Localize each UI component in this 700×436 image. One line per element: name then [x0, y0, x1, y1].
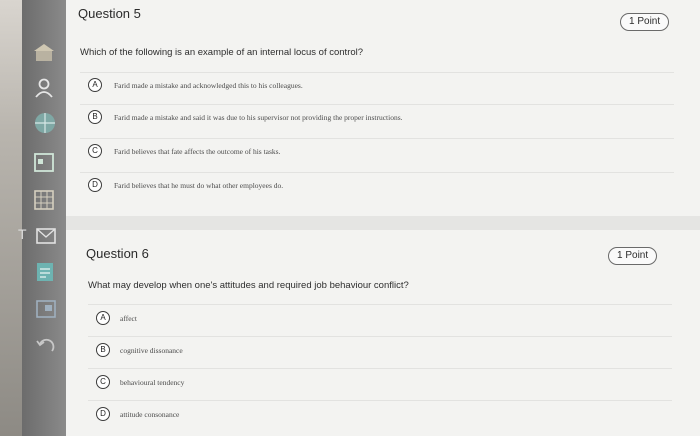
- calendar-icon[interactable]: [34, 152, 54, 172]
- option-letter: A: [88, 78, 102, 92]
- answer-option[interactable]: D attitude consonance: [88, 400, 672, 427]
- window-icon[interactable]: [36, 300, 56, 318]
- option-text: behavioural tendency: [120, 378, 185, 387]
- question-title: Question 6: [86, 246, 149, 261]
- option-letter: C: [88, 144, 102, 158]
- question-card: Question 6 1 Point What may develop when…: [66, 232, 700, 436]
- undo-icon[interactable]: [36, 336, 56, 354]
- question-prompt: What may develop when one's attitudes an…: [88, 280, 409, 291]
- mail-icon[interactable]: [36, 228, 56, 244]
- answer-option[interactable]: A Farid made a mistake and acknowledged …: [80, 72, 674, 99]
- app-sidebar: T: [0, 0, 66, 436]
- document-icon[interactable]: [36, 262, 54, 282]
- sidebar-strip: [0, 0, 22, 436]
- option-letter: D: [96, 407, 110, 421]
- user-icon[interactable]: [34, 78, 54, 98]
- option-text: Farid made a mistake and acknowledged th…: [114, 81, 303, 90]
- globe-icon[interactable]: [34, 112, 56, 134]
- option-text: Farid believes that he must do what othe…: [114, 181, 284, 190]
- points-badge: 1 Point: [620, 13, 670, 31]
- answer-option[interactable]: B cognitive dissonance: [88, 336, 672, 363]
- answer-option[interactable]: B Farid made a mistake and said it was d…: [80, 104, 674, 131]
- grid-icon[interactable]: [34, 190, 54, 210]
- option-letter: C: [96, 375, 110, 389]
- option-letter: B: [96, 343, 110, 357]
- answer-option[interactable]: D Farid believes that he must do what ot…: [80, 172, 674, 199]
- answer-option[interactable]: C behavioural tendency: [88, 368, 672, 395]
- sidebar-letter: T: [18, 226, 27, 242]
- option-text: cognitive dissonance: [120, 346, 183, 355]
- option-text: Farid believes that fate affects the out…: [114, 147, 281, 156]
- option-letter: D: [88, 178, 102, 192]
- answer-option[interactable]: C Farid believes that fate affects the o…: [80, 138, 674, 165]
- answer-option[interactable]: A affect: [88, 304, 672, 331]
- question-card: Question 5 1 Point Which of the followin…: [66, 0, 700, 214]
- question-prompt: Which of the following is an example of …: [80, 47, 364, 58]
- option-text: Farid made a mistake and said it was due…: [114, 113, 403, 122]
- question-title: Question 5: [78, 6, 141, 21]
- option-text: attitude consonance: [120, 410, 180, 419]
- option-letter: B: [88, 110, 102, 124]
- home-icon[interactable]: [34, 44, 54, 62]
- quiz-panel: Question 5 1 Point Which of the followin…: [66, 0, 700, 436]
- question-divider: [66, 216, 700, 230]
- option-letter: A: [96, 311, 110, 325]
- option-text: affect: [120, 314, 137, 323]
- points-badge: 1 Point: [608, 247, 658, 265]
